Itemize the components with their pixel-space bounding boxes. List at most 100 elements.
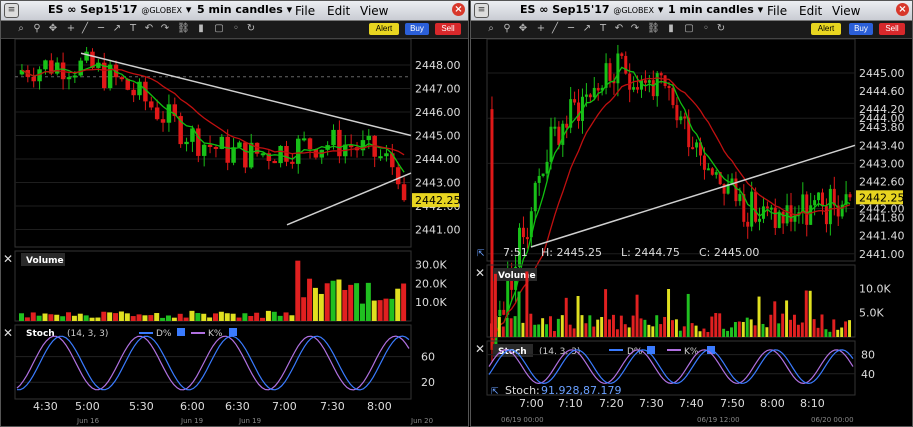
undo-icon[interactable]: ↶ [143, 23, 155, 35]
redo-icon[interactable]: ↷ [159, 23, 171, 35]
volume-bar [60, 316, 66, 321]
volume-bar [832, 319, 836, 337]
arrow-icon[interactable]: ↗ [111, 23, 123, 35]
time-tick-label: 7:50 [720, 397, 745, 410]
menu-edit[interactable]: Edit [799, 4, 822, 18]
price-tick-label: 2441.00 [859, 248, 905, 261]
window-menu-icon[interactable]: ≡ [4, 3, 19, 18]
volume-bar [509, 318, 513, 337]
candle-body [588, 94, 592, 98]
volume-bar [24, 317, 30, 321]
lock-icon[interactable]: ▢ [213, 23, 225, 35]
menu-edit[interactable]: Edit [327, 4, 350, 18]
volume-bar [101, 311, 107, 321]
volume-bar [604, 289, 608, 337]
candle-body [401, 184, 407, 201]
volume-bar [271, 311, 277, 321]
price-tick-label: 2443.00 [859, 157, 905, 170]
window-menu-icon[interactable]: ≡ [474, 3, 489, 18]
refresh-icon[interactable]: ↻ [245, 23, 257, 35]
symbol-title[interactable]: ES ∞ Sep15'17 @GLOBEX ▾ [48, 3, 191, 16]
close-icon[interactable]: × [896, 3, 909, 16]
time-tick-label: 7:00 [272, 400, 297, 413]
zoom-icon[interactable]: ⌕ [485, 23, 497, 35]
alert-button[interactable]: Alert [811, 23, 841, 35]
candle-body [675, 105, 679, 121]
volume-bar [789, 319, 792, 337]
candle-body [78, 60, 83, 76]
buy-button[interactable]: Buy [849, 23, 873, 35]
candle-body [785, 205, 789, 224]
volume-bar [348, 284, 354, 321]
menu-view[interactable]: View [360, 4, 388, 18]
volume-bar [840, 327, 844, 337]
pin-icon[interactable]: ◦ [700, 23, 712, 35]
stoch-params: (14, 3, 3) [67, 329, 108, 339]
volume-bar [154, 313, 160, 321]
text-icon[interactable]: T [127, 23, 139, 35]
menu-file[interactable]: File [767, 4, 787, 18]
right-chart-canvas[interactable]: 2445.002444.002443.002442.002441.002444.… [471, 39, 913, 427]
price-pane [486, 39, 856, 262]
interval-selector[interactable]: 1 min candles ▾ [668, 3, 763, 16]
interval-selector[interactable]: 5 min candles ▾ [197, 3, 292, 16]
volume-bar [95, 317, 101, 321]
volume-bar [627, 327, 631, 337]
pan-icon[interactable]: ✥ [517, 23, 529, 35]
zoom-icon[interactable]: ⌕ [15, 23, 27, 35]
search-icon[interactable]: ⚲ [31, 23, 43, 35]
menu-view[interactable]: View [832, 4, 860, 18]
hline-icon[interactable]: ─ [95, 23, 107, 35]
candle-body [565, 123, 569, 128]
stoch-readout-label: Stoch: [505, 384, 540, 397]
volume-bar [576, 295, 580, 337]
crosshair-icon[interactable]: + [65, 23, 77, 35]
candle-body [750, 191, 754, 227]
lock-icon[interactable]: ▢ [683, 23, 695, 35]
alert-button[interactable]: Alert [369, 23, 399, 35]
volume-bar [401, 283, 407, 321]
volume-bar [584, 323, 588, 337]
sell-button[interactable]: Sell [879, 23, 905, 35]
volume-bar [254, 312, 260, 321]
candle-body [154, 107, 160, 120]
sell-button[interactable]: Sell [435, 23, 461, 35]
menu-file[interactable]: File [295, 4, 315, 18]
candle-body [651, 80, 655, 97]
bars-icon[interactable]: ▮ [665, 23, 677, 35]
close-icon[interactable]: × [452, 3, 465, 16]
refresh-icon[interactable]: ↻ [715, 23, 727, 35]
volume-bar [848, 320, 852, 337]
volume-bar [30, 312, 36, 321]
candle-body [636, 87, 640, 90]
date-tick-label: Jun 19 [180, 417, 203, 425]
left-chart-canvas[interactable]: 2448.00 2447.00 2446.00 2445.00 2444.00 2443.… [1, 39, 469, 427]
volume-bar [142, 315, 148, 321]
undo-icon[interactable]: ↶ [613, 23, 625, 35]
date-tick-label: Jun 16 [76, 417, 100, 425]
redo-icon[interactable]: ↷ [629, 23, 641, 35]
volume-bar [359, 303, 365, 321]
link-icon[interactable]: ⛓ [647, 23, 660, 35]
volume-bar [608, 319, 611, 337]
text-icon[interactable]: T [597, 23, 609, 35]
line-icon[interactable]: ╱ [79, 23, 91, 35]
symbol-title[interactable]: ES ∞ Sep15'17 @GLOBEX ▾ [520, 3, 663, 16]
volume-bar [844, 321, 848, 337]
pan-icon[interactable]: ✥ [47, 23, 59, 35]
arrow-icon[interactable]: ↗ [581, 23, 593, 35]
search-icon[interactable]: ⚲ [501, 23, 513, 35]
stoch-readout-value: 91.928,87.179 [541, 384, 621, 397]
crosshair-icon[interactable]: + [535, 23, 547, 35]
pin-icon[interactable]: ◦ [230, 23, 242, 35]
candle-body [54, 62, 60, 74]
volume-bar [354, 283, 360, 321]
volume-bar [556, 318, 560, 337]
link-icon[interactable]: ⛓ [177, 23, 190, 35]
line-icon[interactable]: ╱ [549, 23, 561, 35]
bars-icon[interactable]: ▮ [195, 23, 207, 35]
candle-body [378, 156, 383, 159]
volume-bar [324, 283, 330, 321]
hline-icon[interactable]: ─ [565, 23, 577, 35]
buy-button[interactable]: Buy [405, 23, 429, 35]
